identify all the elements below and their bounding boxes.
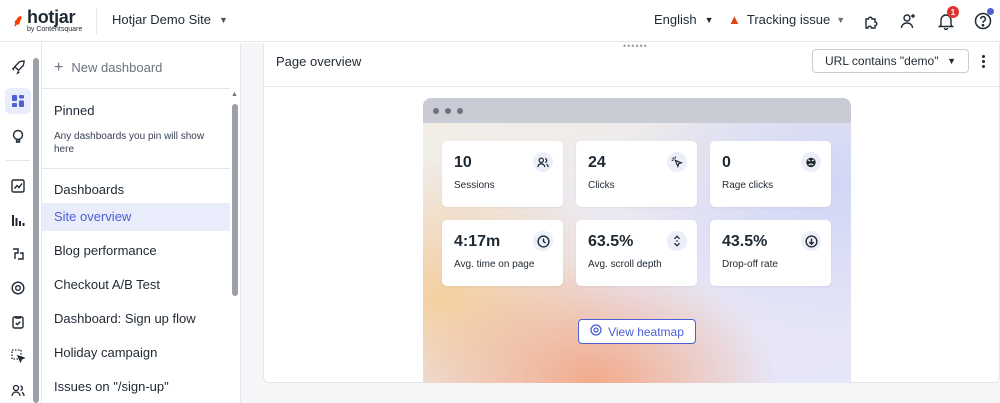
- scrollbar-thumb[interactable]: [232, 104, 238, 296]
- panel-divider: [42, 88, 230, 89]
- panel-scrollbar[interactable]: ▲: [230, 88, 240, 403]
- new-dashboard-button[interactable]: + New dashboard: [54, 59, 163, 76]
- window-dot: [457, 108, 463, 114]
- url-filter-dropdown[interactable]: URL contains "demo" ▼: [812, 49, 969, 73]
- language-selector[interactable]: English ▼: [654, 12, 714, 27]
- warning-icon: ▲: [728, 12, 741, 27]
- chevron-down-icon: ▼: [704, 14, 714, 25]
- dashboard-icon[interactable]: [5, 88, 31, 114]
- panel-divider: [42, 168, 230, 169]
- logo-subtitle: by Contentsquare: [27, 26, 83, 33]
- rail-scrollbar[interactable]: [33, 58, 39, 403]
- page-preview: 10 Sessions 24 Clicks 0 Rage clicks 4:17…: [423, 98, 851, 383]
- metric-label: Sessions: [454, 180, 495, 191]
- invite-user-icon[interactable]: [897, 10, 919, 32]
- notifications-bell-icon[interactable]: 1: [935, 6, 959, 32]
- help-status-dot: [987, 8, 994, 15]
- angry-face-icon: [801, 152, 821, 172]
- logo-text: hotjar: [27, 7, 76, 27]
- metric-value: 24: [588, 154, 606, 171]
- metric-value: 4:17m: [454, 233, 501, 250]
- tracking-label: Tracking issue: [746, 12, 831, 27]
- users-icon: [533, 152, 553, 172]
- metric-clicks[interactable]: 24 Clicks: [576, 141, 697, 207]
- metric-rage-clicks[interactable]: 0 Rage clicks: [710, 141, 831, 207]
- metric-value: 10: [454, 154, 472, 171]
- heatmap-flow-icon[interactable]: [5, 241, 31, 267]
- site-selector[interactable]: Hotjar Demo Site ▼: [112, 12, 228, 27]
- browser-bar: [423, 98, 851, 123]
- metric-label: Clicks: [588, 180, 615, 191]
- arrow-down-circle-icon: [801, 231, 821, 251]
- metric-label: Drop-off rate: [722, 259, 778, 270]
- metric-sessions[interactable]: 10 Sessions: [442, 141, 563, 207]
- dashboards-heading: Dashboards: [54, 182, 125, 197]
- metric-label: Rage clicks: [722, 180, 774, 191]
- hotjar-flame-icon: ⸙: [12, 13, 25, 30]
- header-divider: [96, 8, 97, 34]
- lightbulb-icon[interactable]: [5, 123, 31, 149]
- notification-badge: 1: [947, 6, 959, 18]
- view-heatmap-label: View heatmap: [608, 324, 684, 339]
- click-icon: [667, 152, 687, 172]
- dashboard-item-checkout-ab-test[interactable]: Checkout A/B Test: [42, 271, 230, 299]
- dashboards-panel: + New dashboard Pinned Any dashboards yo…: [42, 43, 241, 403]
- surveys-icon[interactable]: [5, 309, 31, 335]
- dashboard-item-issues-sign-up[interactable]: Issues on "/sign-up": [42, 373, 230, 401]
- recordings-icon[interactable]: [5, 343, 31, 369]
- clock-icon: [533, 231, 553, 251]
- main-content: Page overview URL contains "demo" ▼ 10 S…: [241, 41, 1000, 403]
- heatmap-icon: [590, 324, 602, 339]
- dashboard-item-sign-up-flow[interactable]: Dashboard: Sign up flow: [42, 305, 230, 333]
- metric-value: 63.5%: [588, 233, 634, 250]
- top-bar: ⸙ hotjar by Contentsquare Hotjar Demo Si…: [0, 0, 1000, 42]
- metric-value: 0: [722, 154, 731, 171]
- metric-label: Avg. time on page: [454, 259, 535, 270]
- integrations-icon[interactable]: [860, 10, 882, 32]
- new-dashboard-label: New dashboard: [71, 60, 163, 75]
- chevron-down-icon: ▼: [836, 14, 846, 25]
- users-icon[interactable]: [5, 377, 31, 403]
- tracking-issue-button[interactable]: ▲ Tracking issue ▼: [728, 12, 845, 27]
- url-filter-value: URL contains "demo": [825, 54, 939, 68]
- page-overview-card: Page overview URL contains "demo" ▼ 10 S…: [263, 43, 1000, 383]
- funnels-icon[interactable]: [5, 207, 31, 233]
- metric-label: Avg. scroll depth: [588, 259, 662, 270]
- dashboard-item-blog-performance[interactable]: Blog performance: [42, 237, 230, 265]
- feedback-icon[interactable]: [5, 275, 31, 301]
- more-options-icon[interactable]: [976, 49, 990, 73]
- dashboard-item-site-overview[interactable]: Site overview: [42, 203, 230, 231]
- window-dot: [433, 108, 439, 114]
- page-title: Page overview: [276, 54, 362, 69]
- site-name: Hotjar Demo Site: [112, 12, 211, 27]
- pinned-heading: Pinned: [54, 103, 95, 118]
- pinned-empty-text: Any dashboards you pin will show here: [54, 131, 205, 155]
- rocket-icon[interactable]: [5, 54, 31, 80]
- scroll-icon: [667, 231, 687, 251]
- nav-rail: [0, 43, 42, 403]
- hotjar-logo[interactable]: ⸙ hotjar by Contentsquare: [12, 6, 92, 36]
- scroll-up-icon[interactable]: ▲: [231, 91, 238, 98]
- drag-handle-icon[interactable]: ••••••: [623, 41, 648, 51]
- help-icon[interactable]: [972, 8, 994, 32]
- metric-drop-off[interactable]: 43.5% Drop-off rate: [710, 220, 831, 286]
- metric-value: 43.5%: [722, 233, 768, 250]
- chevron-down-icon: ▼: [218, 14, 228, 25]
- plus-icon: +: [54, 59, 64, 76]
- metric-scroll-depth[interactable]: 63.5% Avg. scroll depth: [576, 220, 697, 286]
- view-heatmap-button[interactable]: View heatmap: [578, 319, 696, 344]
- dashboard-item-holiday-campaign[interactable]: Holiday campaign: [42, 339, 230, 367]
- chevron-down-icon: ▼: [947, 56, 956, 66]
- metric-avg-time[interactable]: 4:17m Avg. time on page: [442, 220, 563, 286]
- window-dot: [445, 108, 451, 114]
- rail-divider: [6, 160, 30, 161]
- trends-icon[interactable]: [5, 173, 31, 199]
- language-label: English: [654, 12, 697, 27]
